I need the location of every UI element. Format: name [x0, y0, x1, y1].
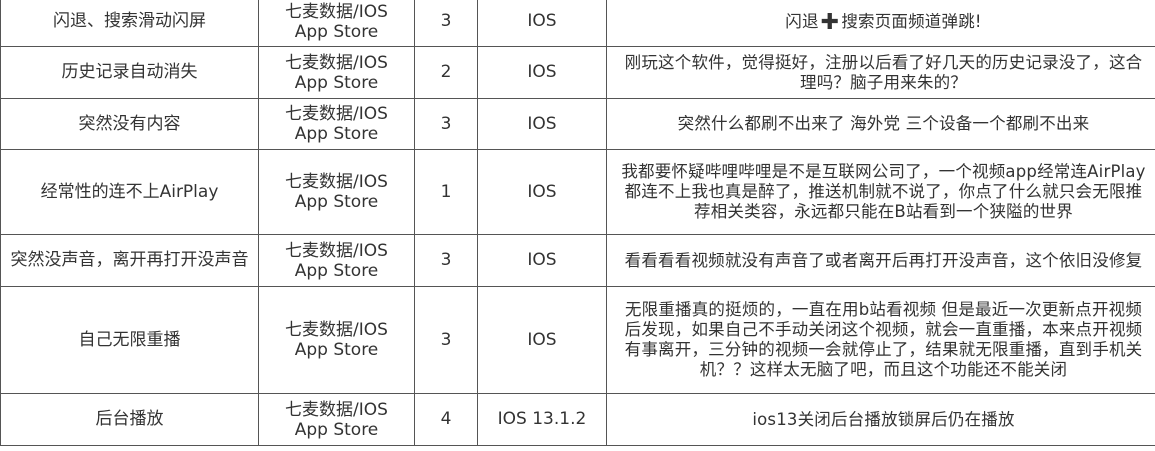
rating-cell: 3: [414, 234, 478, 287]
source-cell: 七麦数据/IOS App Store: [258, 46, 415, 99]
source-line2: App Store: [294, 419, 379, 440]
rating-cell: 3: [414, 286, 478, 394]
description-cell: 无限重播真的挺烦的，一直在用b站看视频 但是最近一次更新点开视频后发现，如果自己…: [606, 286, 1155, 394]
source-line1: 七麦数据/IOS: [285, 104, 388, 124]
issue-cell: 突然没有内容: [0, 98, 259, 150]
source-line2: App Store: [294, 124, 379, 144]
description-part: 搜索页面频道弹跳!: [841, 11, 982, 31]
source-cell: 七麦数据/IOS App Store: [258, 286, 415, 394]
source-cell: 七麦数据/IOS App Store: [258, 98, 415, 150]
source-line1: 七麦数据/IOS: [285, 399, 388, 420]
source-line2: App Store: [294, 192, 379, 212]
rating-cell: 4: [414, 393, 478, 446]
source-cell: 七麦数据/IOS App Store: [258, 393, 415, 446]
rating-cell: 3: [414, 98, 478, 150]
source-line1: 七麦数据/IOS: [285, 52, 388, 73]
description-cell: 我都要怀疑哔哩哔哩是不是互联网公司了，一个视频app经常连AirPlay都连不上…: [606, 149, 1155, 235]
platform-cell: IOS: [477, 149, 607, 235]
platform-cell: IOS: [477, 0, 607, 47]
table-row: 后台播放 七麦数据/IOS App Store 4 IOS 13.1.2 ios1…: [0, 393, 1155, 446]
rating-cell: 1: [414, 149, 478, 235]
platform-cell: IOS: [477, 46, 607, 99]
source-cell: 七麦数据/IOS App Store: [258, 234, 415, 287]
feedback-table: 闪退、搜索滑动闪屏 七麦数据/IOS App Store 3 IOS 闪退✚ 搜索页…: [0, 0, 1155, 446]
table-row: 突然没声音，离开再打开没声音 七麦数据/IOS App Store 3 IOS 看…: [0, 234, 1155, 287]
source-line2: App Store: [294, 340, 379, 360]
source-line1: 七麦数据/IOS: [285, 1, 388, 22]
table-row: 自己无限重播 七麦数据/IOS App Store 3 IOS 无限重播真的挺烦的…: [0, 286, 1155, 394]
table-row: 经常性的连不上AirPlay 七麦数据/IOS App Store 1 IOS 我…: [0, 149, 1155, 235]
rating-cell: 3: [414, 0, 478, 47]
source-line1: 七麦数据/IOS: [285, 240, 388, 261]
source-line1: 七麦数据/IOS: [285, 172, 388, 192]
source-cell: 七麦数据/IOS App Store: [258, 0, 415, 47]
source-cell: 七麦数据/IOS App Store: [258, 149, 415, 235]
rating-cell: 2: [414, 46, 478, 99]
table-row: 突然没有内容 七麦数据/IOS App Store 3 IOS 突然什么都刷不出来…: [0, 98, 1155, 150]
description-cell: 看看看看视频就没有声音了或者离开后再打开没声音，这个依旧没修复: [606, 234, 1155, 287]
description-cell: ios13关闭后台播放锁屏后仍在播放: [606, 393, 1155, 446]
source-line2: App Store: [294, 72, 379, 93]
platform-cell: IOS: [477, 234, 607, 287]
source-line2: App Store: [294, 260, 379, 281]
description-cell: 闪退✚ 搜索页面频道弹跳!: [606, 0, 1155, 47]
description-cell: 突然什么都刷不出来了 海外党 三个设备一个都刷不出来: [606, 98, 1155, 150]
table-row: 闪退、搜索滑动闪屏 七麦数据/IOS App Store 3 IOS 闪退✚ 搜索页…: [0, 0, 1155, 47]
issue-cell: 经常性的连不上AirPlay: [0, 149, 259, 235]
issue-cell: 历史记录自动消失: [0, 46, 259, 99]
description-cell: 刚玩这个软件，觉得挺好，注册以后看了好几天的历史记录没了，这合理吗？脑子用来朱的…: [606, 46, 1155, 99]
source-line1: 七麦数据/IOS: [285, 320, 388, 340]
platform-cell: IOS: [477, 98, 607, 150]
platform-cell: IOS: [477, 286, 607, 394]
issue-cell: 自己无限重播: [0, 286, 259, 394]
source-line2: App Store: [294, 21, 379, 42]
table-row: 历史记录自动消失 七麦数据/IOS App Store 2 IOS 刚玩这个软件，…: [0, 46, 1155, 99]
issue-cell: 闪退、搜索滑动闪屏: [0, 0, 259, 47]
platform-cell: IOS 13.1.2: [477, 393, 607, 446]
issue-cell: 突然没声音，离开再打开没声音: [0, 234, 259, 287]
plus-icon: ✚: [820, 9, 840, 35]
issue-cell: 后台播放: [0, 393, 259, 446]
description-part: 闪退: [785, 11, 819, 31]
